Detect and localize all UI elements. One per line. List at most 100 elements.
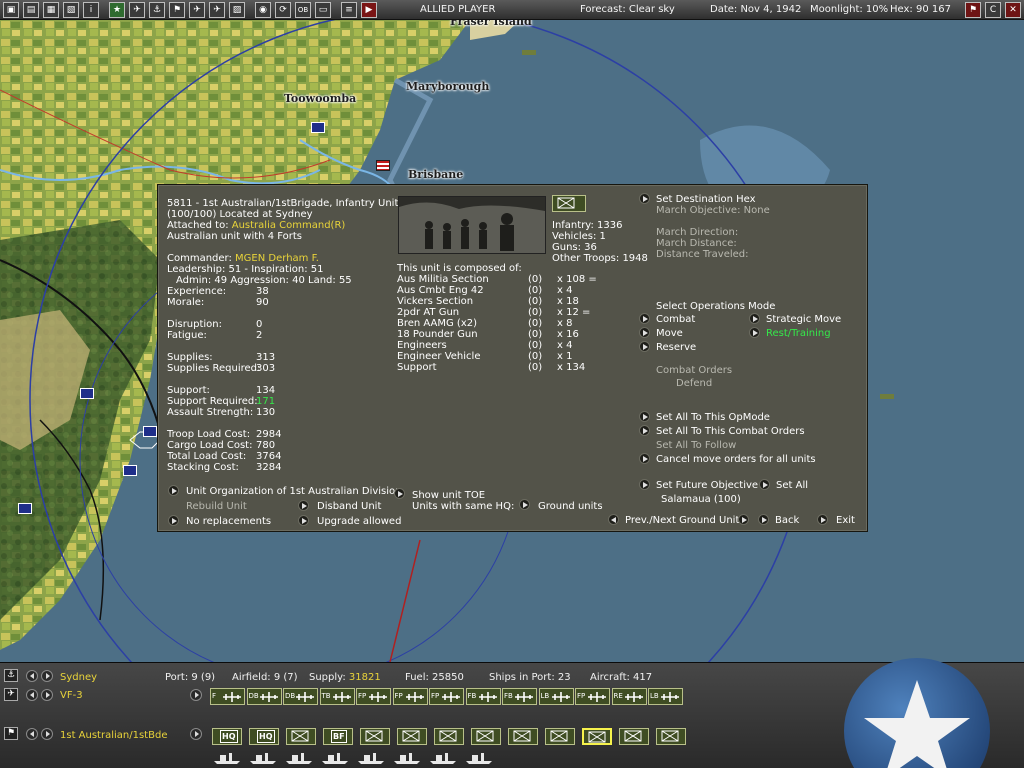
ground-units-button[interactable]: Ground units: [538, 501, 603, 512]
air-unit-chip[interactable]: LB: [538, 688, 574, 705]
op-mode-combat[interactable]: Combat: [656, 314, 695, 325]
prev-ground-unit-icon[interactable]: [26, 728, 38, 740]
map-button[interactable]: ▨: [229, 2, 245, 18]
film-button[interactable]: ▦: [43, 2, 59, 18]
arrow-right-icon[interactable]: [168, 515, 179, 526]
ship-icon[interactable]: [392, 749, 422, 765]
ship-icon[interactable]: [212, 749, 242, 765]
back-button[interactable]: Back: [775, 515, 799, 526]
ground-unit-chip[interactable]: HQ: [249, 728, 279, 745]
arrow-right-icon[interactable]: [639, 453, 650, 464]
australia-flag-icon[interactable]: [80, 388, 94, 399]
composition-name[interactable]: Vickers Section: [397, 296, 473, 307]
ground-unit-chip[interactable]: [397, 728, 427, 745]
ship-icon[interactable]: [464, 749, 494, 765]
composition-name[interactable]: Aus Militia Section: [397, 274, 489, 285]
arrow-right-icon[interactable]: [639, 341, 650, 352]
air-unit-chip[interactable]: TB: [319, 688, 355, 705]
prev-base-icon[interactable]: [26, 670, 38, 682]
aircraft-button[interactable]: ✈: [189, 2, 205, 18]
ship-icon[interactable]: [320, 749, 350, 765]
arrow-right-icon[interactable]: [394, 488, 405, 499]
next-air-unit-icon[interactable]: [41, 689, 53, 701]
city-brisbane[interactable]: Brisbane: [408, 168, 463, 181]
arrow-right-icon[interactable]: [639, 313, 650, 324]
prev-air-unit-icon[interactable]: [26, 689, 38, 701]
set-all-follow-button[interactable]: Set All To Follow: [656, 440, 736, 451]
air-unit-chip[interactable]: FP: [575, 688, 610, 705]
arrow-right-icon[interactable]: [168, 485, 179, 496]
report-button[interactable]: ▧: [63, 2, 79, 18]
australia-flag-icon[interactable]: [311, 122, 325, 133]
disband-unit-button[interactable]: Disband Unit: [317, 501, 381, 512]
plane-button[interactable]: ✈: [129, 2, 145, 18]
composition-name[interactable]: Aus Cmbt Eng 42: [397, 285, 484, 296]
usa-flag-icon[interactable]: [376, 160, 390, 171]
ship-icon[interactable]: [248, 749, 278, 765]
ship-icon[interactable]: [880, 394, 894, 399]
ship-icon[interactable]: [522, 50, 536, 55]
show-toe-button[interactable]: Show unit TOE: [412, 490, 485, 501]
arrow-right-icon[interactable]: [639, 193, 650, 204]
rebuild-unit-button[interactable]: Rebuild Unit: [186, 501, 247, 512]
c-button[interactable]: C: [985, 2, 1001, 18]
set-all-opmode-button[interactable]: Set All To This OpMode: [656, 412, 770, 423]
close-button[interactable]: ✕: [1005, 2, 1021, 18]
composition-name[interactable]: Engineer Vehicle: [397, 351, 480, 362]
arrow-right-icon[interactable]: [519, 499, 530, 510]
play-button[interactable]: ▶: [361, 2, 377, 18]
set-future-objective-button[interactable]: Set Future Objective: [656, 480, 758, 491]
ship-button[interactable]: ⚓: [149, 2, 165, 18]
arrow-right-icon[interactable]: [749, 313, 760, 324]
air-unit-chip[interactable]: FP: [429, 688, 464, 705]
arrow-right-icon[interactable]: [298, 500, 309, 511]
anchor-icon[interactable]: ⚓: [4, 669, 18, 682]
arrow-right-icon[interactable]: [817, 514, 828, 525]
refresh-button[interactable]: ⟳: [275, 2, 291, 18]
op-mode-reserve[interactable]: Reserve: [656, 342, 696, 353]
next-ground-unit-icon[interactable]: [41, 728, 53, 740]
air-unit-chip[interactable]: F: [210, 688, 245, 705]
base-name[interactable]: Sydney: [60, 672, 97, 683]
composition-name[interactable]: Engineers: [397, 340, 447, 351]
air-unit-name[interactable]: VF-3: [60, 690, 83, 701]
next-base-icon[interactable]: [41, 670, 53, 682]
air-unit-chip[interactable]: FB: [465, 688, 501, 705]
ground-unit-chip[interactable]: [471, 728, 501, 745]
ground-unit-chip[interactable]: [656, 728, 686, 745]
ship-icon[interactable]: [428, 749, 458, 765]
ground-unit-chip[interactable]: BF: [323, 728, 353, 745]
australia-flag-icon[interactable]: [123, 465, 137, 476]
ground-unit-chip[interactable]: [286, 728, 316, 745]
arrow-right-icon[interactable]: [639, 479, 650, 490]
combat-order-defend[interactable]: Defend: [676, 378, 712, 389]
ground-unit-chip[interactable]: [508, 728, 538, 745]
flag-icon[interactable]: ⚑: [4, 727, 18, 740]
air-unit-chip[interactable]: DB: [246, 688, 282, 705]
attached-hq-link[interactable]: Australia Command(R): [232, 220, 346, 231]
ground-unit-chip[interactable]: [619, 728, 649, 745]
air-unit-chip[interactable]: RE: [611, 688, 647, 705]
keyboard-button[interactable]: ▭: [315, 2, 331, 18]
city-fraser-island[interactable]: Fraser Island: [450, 20, 532, 28]
grid-button[interactable]: ▣: [3, 2, 19, 18]
composition-name[interactable]: 2pdr AT Gun: [397, 307, 459, 318]
arrow-right-icon[interactable]: [738, 514, 749, 525]
flag-button[interactable]: ⚑: [965, 2, 981, 18]
ground-unit-chip[interactable]: HQ: [212, 728, 242, 745]
air-unit-chip[interactable]: DB: [283, 688, 318, 705]
arrow-right-icon[interactable]: [759, 479, 770, 490]
exit-button[interactable]: Exit: [836, 515, 855, 526]
prev-next-ground-unit-button[interactable]: Prev./Next Ground Unit: [625, 515, 739, 526]
ground-unit-chip[interactable]: [434, 728, 464, 745]
arrow-right-icon[interactable]: [758, 514, 769, 525]
city-toowoomba[interactable]: Toowoomba: [284, 92, 356, 105]
set-all-button[interactable]: Set All: [776, 480, 808, 491]
air-unit-chip[interactable]: FP: [392, 688, 428, 705]
upgrade-allowed-toggle[interactable]: Upgrade allowed: [317, 516, 401, 527]
star-button[interactable]: ★: [109, 2, 125, 18]
ship-icon[interactable]: [284, 749, 314, 765]
ground-units-arrow-icon[interactable]: [190, 728, 202, 740]
australia-flag-icon[interactable]: [143, 426, 157, 437]
arrow-right-icon[interactable]: [639, 411, 650, 422]
